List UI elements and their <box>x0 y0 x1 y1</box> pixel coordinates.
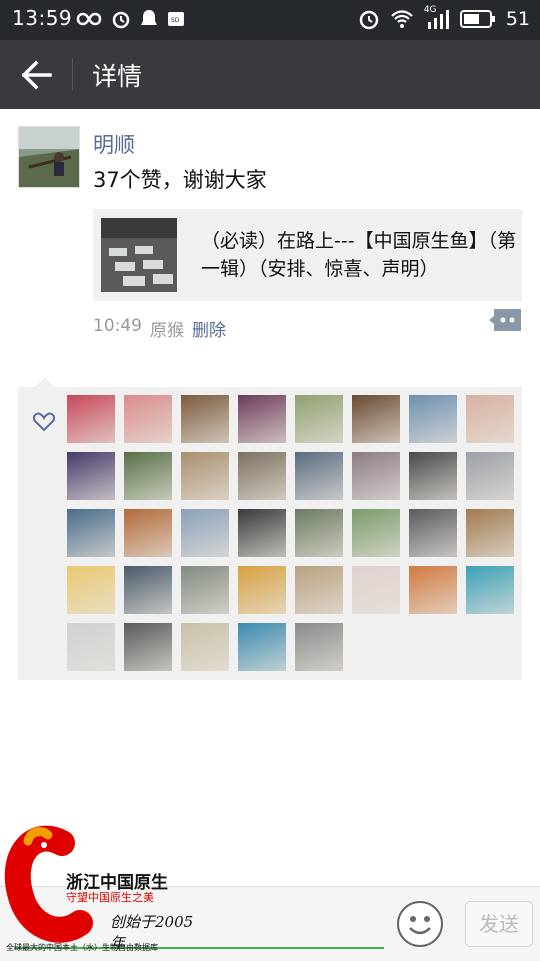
back-arrow-icon <box>21 60 52 90</box>
like-avatar[interactable] <box>295 623 343 671</box>
smiley-icon <box>409 916 431 935</box>
status-left-icons: SD <box>76 9 185 29</box>
avatar-image <box>19 127 79 187</box>
like-avatar[interactable] <box>295 566 343 614</box>
nav-divider <box>72 58 73 91</box>
like-avatar[interactable] <box>124 452 172 500</box>
like-avatar[interactable] <box>181 623 229 671</box>
wifi-icon <box>391 10 413 28</box>
author-name[interactable]: 明顺 <box>93 129 135 159</box>
like-avatar[interactable] <box>409 395 457 443</box>
page-title: 详情 <box>92 62 143 91</box>
like-avatar[interactable] <box>124 566 172 614</box>
sd-card-icon: SD <box>168 12 184 26</box>
watermark-tagline: 全球最大的中国本土（水）生物自由数据库 <box>6 943 158 952</box>
link-thumbnail <box>101 218 177 292</box>
like-avatar[interactable] <box>352 509 400 557</box>
alarm-icon <box>359 10 379 30</box>
infinity-icon <box>76 12 102 26</box>
post-source: 原猴 <box>150 321 184 341</box>
like-avatar[interactable] <box>409 452 457 500</box>
watermark-logo: www.cgn30.com 浙江中国原生 守望中国原生之美 创始于2005年 全… <box>0 823 200 960</box>
network-type: 4G <box>423 5 437 15</box>
watermark-slogan: 守望中国原生之美 <box>66 891 154 904</box>
like-avatar[interactable] <box>67 395 115 443</box>
likes-arrow <box>35 377 55 387</box>
comment-button[interactable] <box>488 308 522 332</box>
nav-bar: 详情 <box>0 40 540 109</box>
like-avatar[interactable] <box>67 566 115 614</box>
alarm-icon <box>112 11 130 29</box>
like-avatar[interactable] <box>409 509 457 557</box>
svg-text:SD: SD <box>171 17 180 24</box>
like-avatar[interactable] <box>67 623 115 671</box>
like-avatar[interactable] <box>124 623 172 671</box>
battery-percent: 51 <box>505 8 530 30</box>
like-avatar[interactable] <box>124 395 172 443</box>
qq-icon <box>141 10 157 25</box>
like-avatar[interactable] <box>352 395 400 443</box>
post-meta: 10:49 原猴 删除 <box>93 316 226 341</box>
delete-link[interactable]: 删除 <box>192 316 226 341</box>
battery-icon <box>459 10 495 28</box>
like-avatar[interactable] <box>124 509 172 557</box>
likes-panel <box>18 387 522 680</box>
like-avatar[interactable] <box>466 395 514 443</box>
link-card[interactable]: （必读）在路上---【中国原生鱼】（第一辑）（安排、惊喜、声明） <box>93 209 522 301</box>
like-avatar[interactable] <box>238 623 286 671</box>
like-avatar[interactable] <box>466 509 514 557</box>
like-avatar[interactable] <box>295 509 343 557</box>
like-avatar[interactable] <box>352 566 400 614</box>
like-avatar[interactable] <box>238 395 286 443</box>
like-avatar[interactable] <box>181 566 229 614</box>
like-avatar[interactable] <box>67 452 115 500</box>
like-avatar[interactable] <box>352 452 400 500</box>
like-avatar[interactable] <box>181 509 229 557</box>
status-bar: 13:59 SD 4G 51 <box>0 0 540 40</box>
status-right-icons: 4G 51 <box>358 5 530 30</box>
comment-icon <box>489 309 521 331</box>
like-avatar[interactable] <box>238 566 286 614</box>
send-button[interactable]: 发送 <box>465 901 533 947</box>
like-avatar[interactable] <box>295 395 343 443</box>
emoji-button[interactable] <box>397 901 443 947</box>
link-title: （必读）在路上---【中国原生鱼】（第一辑）（安排、惊喜、声明） <box>201 230 517 280</box>
back-button[interactable] <box>16 58 56 92</box>
like-avatar[interactable] <box>466 452 514 500</box>
like-avatar[interactable] <box>181 452 229 500</box>
like-avatar[interactable] <box>238 509 286 557</box>
post-time: 10:49 <box>93 316 142 336</box>
heart-icon <box>33 412 55 432</box>
like-avatar[interactable] <box>466 566 514 614</box>
like-avatar[interactable] <box>238 452 286 500</box>
author-avatar[interactable] <box>18 126 80 188</box>
status-time: 13:59 <box>12 6 73 30</box>
like-avatar[interactable] <box>67 509 115 557</box>
like-avatar[interactable] <box>409 566 457 614</box>
like-avatar[interactable] <box>295 452 343 500</box>
like-avatar[interactable] <box>181 395 229 443</box>
post-content: 37个赞，谢谢大家 <box>93 168 267 192</box>
